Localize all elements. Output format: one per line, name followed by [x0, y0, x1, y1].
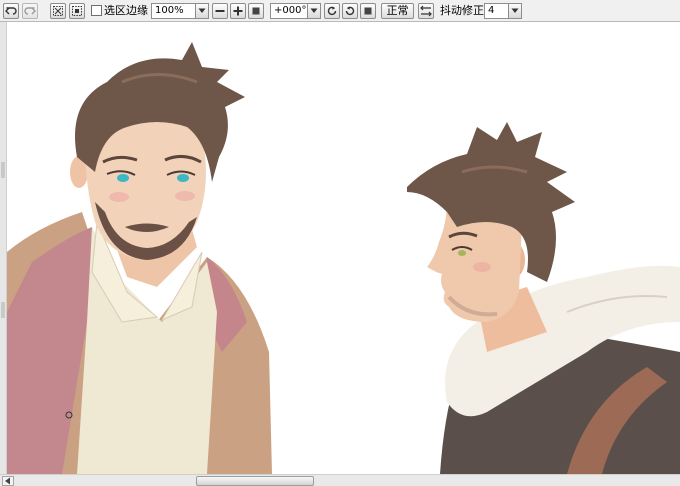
rotate-right-icon	[345, 6, 355, 16]
stabilizer-value: 4	[488, 5, 495, 16]
reset-rotation-button[interactable]	[360, 3, 376, 19]
undo-button[interactable]	[3, 3, 19, 19]
panel-splitter-handle[interactable]	[1, 162, 5, 178]
blend-mode-label: 正常	[386, 4, 409, 17]
square-icon	[252, 7, 260, 15]
top-toolbar: 选区边缘 100% +000° 正常 抖动修正 4	[0, 0, 680, 22]
selection-edge-checkbox[interactable]	[91, 5, 102, 16]
stabilizer-label: 抖动修正	[440, 4, 484, 17]
minus-icon	[215, 10, 225, 12]
chevron-down-icon	[511, 8, 519, 13]
square-icon	[364, 7, 372, 15]
zoom-in-button[interactable]	[230, 3, 246, 19]
scrollbar-thumb[interactable]	[196, 476, 314, 486]
left-panel-edge	[0, 22, 7, 474]
horizontal-scrollbar[interactable]	[0, 474, 680, 486]
artwork-illustration	[7, 42, 680, 474]
rotate-right-button[interactable]	[342, 3, 358, 19]
stabilizer-combo[interactable]: 4	[484, 3, 509, 19]
select-all-button[interactable]	[69, 3, 85, 19]
flip-horizontal-icon	[420, 5, 432, 17]
flip-canvas-button[interactable]	[418, 3, 434, 19]
selection-edge-label: 选区边缘	[104, 4, 148, 17]
rotate-left-button[interactable]	[324, 3, 340, 19]
chevron-left-icon	[5, 477, 10, 485]
drawing-canvas[interactable]	[7, 22, 680, 474]
chevron-down-icon	[310, 8, 318, 13]
selection-icon	[72, 6, 82, 16]
deselect-icon	[53, 6, 63, 16]
zoom-dropdown-button[interactable]	[195, 3, 209, 19]
plus-icon	[233, 6, 243, 16]
chevron-down-icon	[198, 8, 206, 13]
rotation-value: +000°	[274, 5, 307, 16]
deselect-button[interactable]	[50, 3, 66, 19]
stabilizer-dropdown-button[interactable]	[508, 3, 522, 19]
panel-splitter-handle[interactable]	[1, 302, 5, 318]
redo-icon	[24, 7, 36, 15]
zoom-value: 100%	[155, 5, 184, 16]
rotation-dropdown-button[interactable]	[307, 3, 321, 19]
scroll-left-button[interactable]	[2, 476, 14, 486]
blend-mode-button[interactable]: 正常	[381, 3, 414, 19]
rotate-left-icon	[327, 6, 337, 16]
zoom-out-button[interactable]	[212, 3, 228, 19]
actual-size-button[interactable]	[248, 3, 264, 19]
undo-icon	[5, 7, 17, 15]
rotation-combo[interactable]: +000°	[270, 3, 308, 19]
zoom-combo[interactable]: 100%	[151, 3, 196, 19]
redo-button[interactable]	[22, 3, 38, 19]
